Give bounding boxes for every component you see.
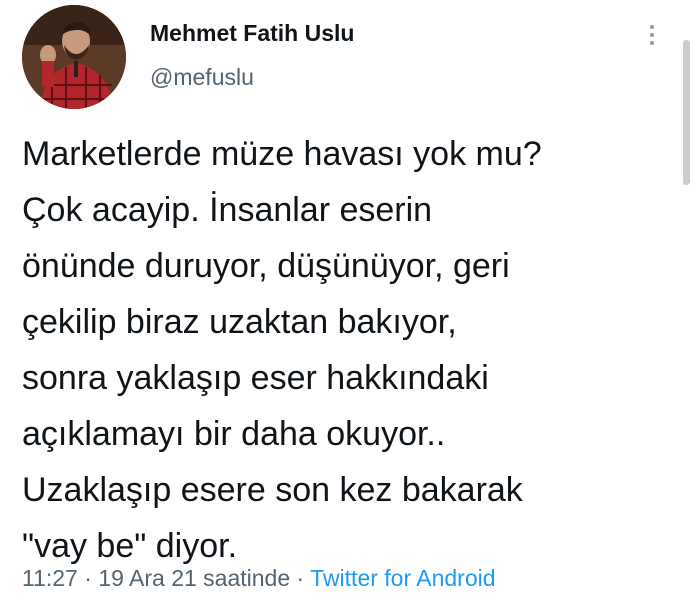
more-dot xyxy=(650,33,654,37)
tweet-text-line: Uzaklaşıp esere son kez bakarak xyxy=(22,471,523,509)
tweet-meta: 11:27 · 19 Ara 21 saatinde · Twitter for… xyxy=(22,565,496,592)
tweet-text-line: Çok acayip. İnsanlar eserin xyxy=(22,191,433,229)
meta-separator: · xyxy=(77,565,99,591)
meta-separator: · xyxy=(290,565,311,591)
author-handle[interactable]: @mefuslu xyxy=(150,64,254,91)
vertical-ellipsis-icon[interactable] xyxy=(640,20,664,50)
tweet-text-line: Marketlerde müze havası yok mu? xyxy=(22,135,542,173)
more-dot xyxy=(650,25,654,29)
avatar[interactable] xyxy=(22,5,126,109)
tweet-source-link[interactable]: Twitter for Android xyxy=(310,565,495,591)
tweet-text: Marketlerde müze havası yok mu? Çok acay… xyxy=(22,126,672,574)
scrollbar[interactable] xyxy=(683,40,690,185)
tweet-card: Mehmet Fatih Uslu @mefuslu Marketlerde m… xyxy=(0,0,690,615)
author-name[interactable]: Mehmet Fatih Uslu xyxy=(150,20,354,47)
tweet-text-line: çekilip biraz uzaktan bakıyor, xyxy=(22,303,457,341)
tweet-time[interactable]: 11:27 xyxy=(22,565,78,591)
tweet-text-line: açıklamayı bir daha okuyor.. xyxy=(22,415,446,453)
tweet-date[interactable]: 19 Ara 21 saatinde xyxy=(98,565,290,591)
tweet-text-line: önünde duruyor, düşünüyor, geri xyxy=(22,247,510,285)
more-dot xyxy=(650,41,654,45)
tweet-text-line: sonra yaklaşıp eser hakkındaki xyxy=(22,359,489,397)
